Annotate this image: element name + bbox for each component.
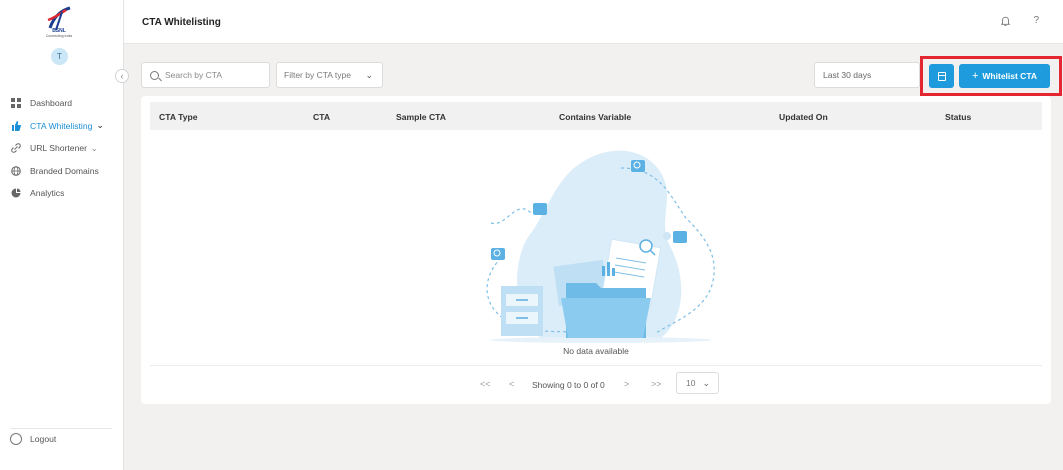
grid-icon [10, 97, 22, 109]
sidebar: BSNL Connecting India T Dashboard CTA Wh… [0, 0, 124, 470]
sidebar-nav: Dashboard CTA Whitelisting ⌄ URL Shorten… [10, 92, 122, 205]
cta-type-filter[interactable]: Filter by CTA type ⌄ [276, 62, 383, 88]
help-icon[interactable]: ? [1033, 15, 1039, 26]
next-page-button[interactable]: > [624, 379, 629, 389]
empty-state-illustration [471, 138, 731, 348]
search-icon [150, 70, 159, 80]
sidebar-item-branded-domains[interactable]: Branded Domains [10, 160, 122, 183]
table-header: CTA Type CTA Sample CTA Contains Variabl… [150, 102, 1042, 130]
search-input[interactable] [165, 70, 260, 80]
power-icon [10, 433, 22, 445]
table-card: CTA Type CTA Sample CTA Contains Variabl… [141, 96, 1051, 404]
column-header-sample-cta[interactable]: Sample CTA [396, 112, 446, 122]
sidebar-item-label: Analytics [30, 188, 65, 199]
plus-icon: + [971, 70, 979, 82]
last-page-button[interactable]: >> [651, 379, 662, 389]
logo-text: BSNL Connecting India [45, 28, 73, 38]
column-header-cta[interactable]: CTA [313, 112, 330, 122]
column-header-updated-on[interactable]: Updated On [779, 112, 828, 122]
logout-button[interactable]: Logout [10, 433, 56, 445]
chevron-down-icon: ⌄ [96, 120, 104, 131]
logout-label: Logout [30, 434, 57, 444]
bell-icon[interactable] [1000, 16, 1011, 29]
filter-label: Filter by CTA type [284, 70, 351, 80]
chevron-down-icon: ⌄ [365, 70, 373, 80]
thumbs-up-icon [10, 120, 22, 132]
avatar[interactable]: T [51, 48, 68, 65]
empty-message: No data available [563, 346, 629, 356]
sidebar-item-analytics[interactable]: Analytics [10, 182, 122, 205]
whitelist-cta-label: Whitelist CTA [982, 71, 1038, 81]
sidebar-item-label: CTA Whitelisting [30, 120, 93, 131]
first-page-button[interactable]: << [480, 379, 491, 389]
date-range-field[interactable]: Last 30 days [814, 62, 920, 88]
page-size-select[interactable]: 10 ⌄ [676, 372, 719, 394]
pager-divider [150, 365, 1042, 366]
calendar-button[interactable] [929, 64, 954, 88]
globe-icon [10, 165, 22, 177]
calendar-icon [937, 71, 946, 81]
top-header: CTA Whitelisting ? [124, 0, 1063, 44]
whitelist-cta-button[interactable]: + Whitelist CTA [959, 64, 1050, 88]
chevron-down-icon: ⌄ [91, 143, 98, 153]
column-header-status[interactable]: Status [945, 112, 971, 122]
column-header-contains-variable[interactable]: Contains Variable [559, 112, 631, 122]
sidebar-item-dashboard[interactable]: Dashboard [10, 92, 122, 115]
sidebar-item-label: URL Shortener [30, 143, 88, 154]
link-icon [10, 142, 22, 154]
column-header-cta-type[interactable]: CTA Type [159, 112, 198, 122]
sidebar-item-cta-whitelisting[interactable]: CTA Whitelisting ⌄ [10, 115, 122, 138]
chevron-down-icon: ⌄ [702, 378, 710, 388]
pie-chart-icon [10, 187, 22, 199]
search-field[interactable] [141, 62, 270, 88]
page-size-value: 10 [686, 378, 696, 388]
sidebar-item-label: Dashboard [30, 98, 73, 109]
date-range-value: Last 30 days [823, 70, 872, 80]
pagination-info: Showing 0 to 0 of 0 [532, 380, 605, 390]
sidebar-item-label: Branded Domains [30, 165, 99, 176]
pagination: << < Showing 0 to 0 of 0 > >> 10 ⌄ [141, 372, 1051, 396]
collapse-sidebar-button[interactable]: ‹ [115, 69, 129, 83]
page-title: CTA Whitelisting [142, 17, 221, 28]
sidebar-item-url-shortener[interactable]: URL Shortener ⌄ [10, 137, 122, 160]
prev-page-button[interactable]: < [509, 379, 514, 389]
sidebar-divider [10, 428, 112, 429]
